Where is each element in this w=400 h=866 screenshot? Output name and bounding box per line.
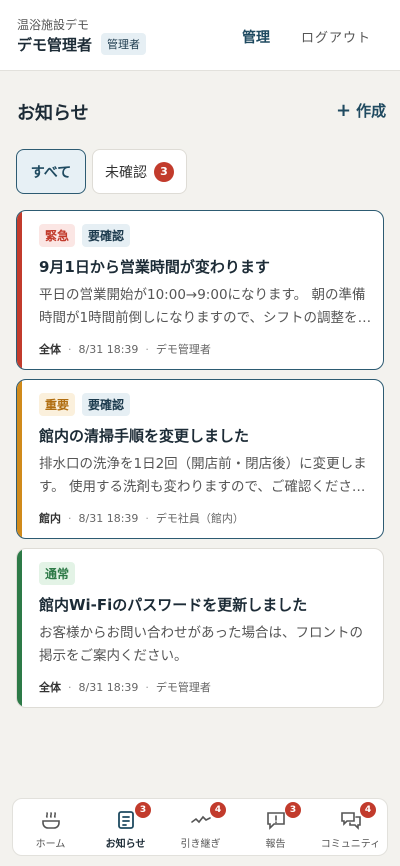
- admin-link[interactable]: 管理: [242, 27, 270, 47]
- notice-card-normal[interactable]: 通常 館内Wi-Fiのパスワードを更新しました お客様からお問い合わせがあった場…: [16, 548, 384, 708]
- notice-title: 館内の清掃手順を変更しました: [39, 427, 250, 445]
- logout-link[interactable]: ログアウト: [301, 27, 371, 46]
- priority-badge: 重要: [39, 393, 76, 416]
- nav-reports-badge: 3: [285, 802, 301, 818]
- nav-reports-label: 報告: [265, 839, 286, 850]
- notice-scope: 全体: [39, 681, 61, 694]
- notice-icon: [115, 809, 137, 831]
- nav-home[interactable]: ホーム: [13, 799, 88, 857]
- plus-icon: +: [336, 99, 352, 121]
- notice-datetime: 8/31 18:39: [78, 512, 139, 525]
- nav-handover-label: 引き継ぎ: [180, 839, 221, 850]
- notice-body: 平日の営業開始が10:00→9:00になります。 朝の準備時間が1時間前倒しにな…: [39, 287, 372, 326]
- notice-title: 館内Wi-Fiのパスワードを更新しました: [39, 596, 308, 614]
- nav-handover-badge: 4: [210, 802, 226, 818]
- notice-meta: 館内 · 8/31 18:39 · デモ社員（館内）: [39, 512, 244, 525]
- report-icon: [265, 809, 287, 831]
- notice-author: デモ管理者: [155, 681, 211, 694]
- bath-icon: [40, 809, 62, 831]
- priority-bar: [17, 549, 22, 707]
- filter-tab-unread[interactable]: 未確認 3: [92, 149, 187, 194]
- notice-scope: 館内: [39, 512, 61, 525]
- nav-handover[interactable]: 4 引き継ぎ: [163, 799, 238, 857]
- user-info: デモ管理者 管理者: [17, 33, 147, 55]
- confirm-badge: 要確認: [82, 393, 131, 416]
- nav-home-label: ホーム: [35, 839, 66, 850]
- nav-notices-label: お知らせ: [105, 839, 146, 850]
- nav-notices[interactable]: 3 お知らせ: [88, 799, 163, 857]
- notice-scope: 全体: [39, 343, 61, 356]
- filter-tab-all[interactable]: すべて: [16, 149, 86, 194]
- facility-name: 温浴施設デモ: [17, 18, 90, 32]
- nav-community-label: コミュニティ: [320, 839, 381, 850]
- notice-datetime: 8/31 18:39: [78, 343, 139, 356]
- chat-icon: [340, 809, 362, 831]
- create-button[interactable]: + 作成: [336, 100, 386, 121]
- bottom-nav: ホーム 3 お知らせ 4 引き継ぎ 3 報告 4 コミュニティ: [12, 798, 388, 856]
- notice-meta: 全体 · 8/31 18:39 · デモ管理者: [39, 681, 211, 694]
- notice-card-urgent[interactable]: 緊急 要確認 9月1日から営業時間が変わります 平日の営業開始が10:00→9:…: [16, 210, 384, 370]
- priority-bar: [17, 380, 22, 538]
- notice-tags: 緊急 要確認: [39, 224, 137, 247]
- filter-tab-all-label: すべて: [30, 164, 72, 181]
- notice-body: 排水口の洗浄を1日2回（開店前・閉店後）に変更します。 使用する洗剤も変わります…: [39, 456, 367, 495]
- nav-community[interactable]: 4 コミュニティ: [313, 799, 388, 857]
- notice-body: お客様からお問い合わせがあった場合は、フロントの掲示をご案内ください。: [39, 625, 363, 664]
- nav-reports[interactable]: 3 報告: [238, 799, 313, 857]
- notice-card-important[interactable]: 重要 要確認 館内の清掃手順を変更しました 排水口の洗浄を1日2回（開店前・閉店…: [16, 379, 384, 539]
- handover-icon: [190, 809, 212, 831]
- notice-author: デモ社員（館内）: [155, 512, 244, 525]
- notice-author: デモ管理者: [155, 343, 211, 356]
- notice-title: 9月1日から営業時間が変わります: [39, 258, 270, 276]
- notice-tags: 通常: [39, 562, 82, 585]
- notice-tags: 重要 要確認: [39, 393, 137, 416]
- priority-badge: 通常: [39, 562, 76, 585]
- user-name: デモ管理者: [17, 35, 93, 54]
- unread-count-badge: 3: [154, 161, 174, 182]
- filter-tab-unread-label: 未確認: [105, 164, 147, 181]
- nav-community-badge: 4: [360, 802, 376, 818]
- priority-badge: 緊急: [39, 224, 76, 247]
- notice-datetime: 8/31 18:39: [78, 681, 139, 694]
- confirm-badge: 要確認: [82, 224, 131, 247]
- notice-meta: 全体 · 8/31 18:39 · デモ管理者: [39, 343, 211, 356]
- role-badge: 管理者: [101, 33, 147, 55]
- app-header: 温浴施設デモ デモ管理者 管理者 管理 ログアウト: [0, 0, 400, 71]
- nav-notices-badge: 3: [135, 802, 151, 818]
- create-button-label: 作成: [356, 102, 387, 120]
- page-title: お知らせ: [17, 103, 89, 124]
- priority-bar: [17, 211, 22, 369]
